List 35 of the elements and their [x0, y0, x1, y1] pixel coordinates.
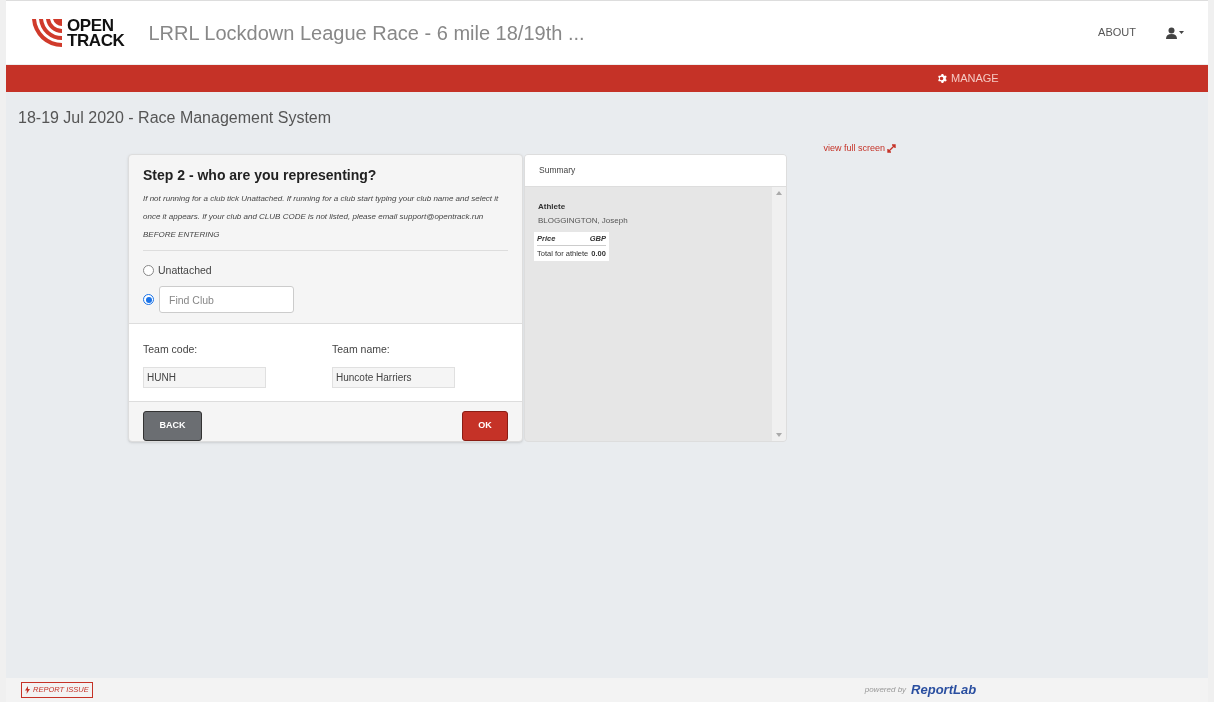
- athlete-label: Athlete: [538, 200, 567, 213]
- opentrack-logo[interactable]: OPEN TRACK: [30, 16, 125, 49]
- radio-button[interactable]: [143, 264, 154, 276]
- manage-link[interactable]: MANAGE: [936, 70, 999, 87]
- track-lanes-icon: [30, 16, 64, 49]
- scroll-up-icon: [776, 190, 782, 195]
- scroll-down-icon: [776, 432, 782, 437]
- radio-button[interactable]: [143, 294, 154, 306]
- user-menu-button[interactable]: [1166, 26, 1184, 39]
- page-title: 18-19 Jul 2020 - Race Management System: [18, 108, 333, 128]
- ok-button[interactable]: OK: [462, 411, 508, 441]
- event-title: LRRL Lockdown League Race - 6 mile 18/19th ...: [148, 20, 585, 46]
- lightning-icon: [25, 686, 30, 694]
- option-label: Unattached: [158, 262, 212, 278]
- readonly-field[interactable]: HUNH: [143, 367, 266, 388]
- field-label: Team code:: [143, 342, 199, 358]
- expand-icon: [887, 144, 896, 154]
- view-full-screen-link[interactable]: view full screen: [823, 142, 896, 156]
- logo-text: TRACK: [67, 32, 125, 48]
- back-button[interactable]: BACK: [143, 411, 202, 441]
- powered-by-text: powered by: [864, 684, 907, 696]
- caret-icon: [1179, 31, 1184, 34]
- instructions-text: If not running for a club tick Unattached. If running for a club start typing your club name and select it once it appears. If your club and CLUB CODE is not listed, please email support@opentrack.run BEFORE ENTERING: [143, 189, 508, 251]
- find-club-field[interactable]: Find Club: [159, 286, 294, 314]
- step-title: Step 2 - who are you representing?: [143, 165, 378, 185]
- readonly-field[interactable]: Huncote Harriers: [332, 367, 455, 388]
- gear-icon: [936, 73, 947, 84]
- reportlab-logo[interactable]: ReportLab: [911, 680, 977, 700]
- user-icon: [1166, 26, 1177, 39]
- nav-link[interactable]: ABOUT: [1098, 24, 1136, 41]
- scrollbar[interactable]: [772, 186, 786, 441]
- athlete-name: BLOGGINGTON, Joseph: [538, 214, 629, 227]
- summary-title: Summary: [539, 163, 576, 177]
- logo-text: OPEN: [67, 17, 114, 33]
- field-label: Team name:: [332, 342, 391, 358]
